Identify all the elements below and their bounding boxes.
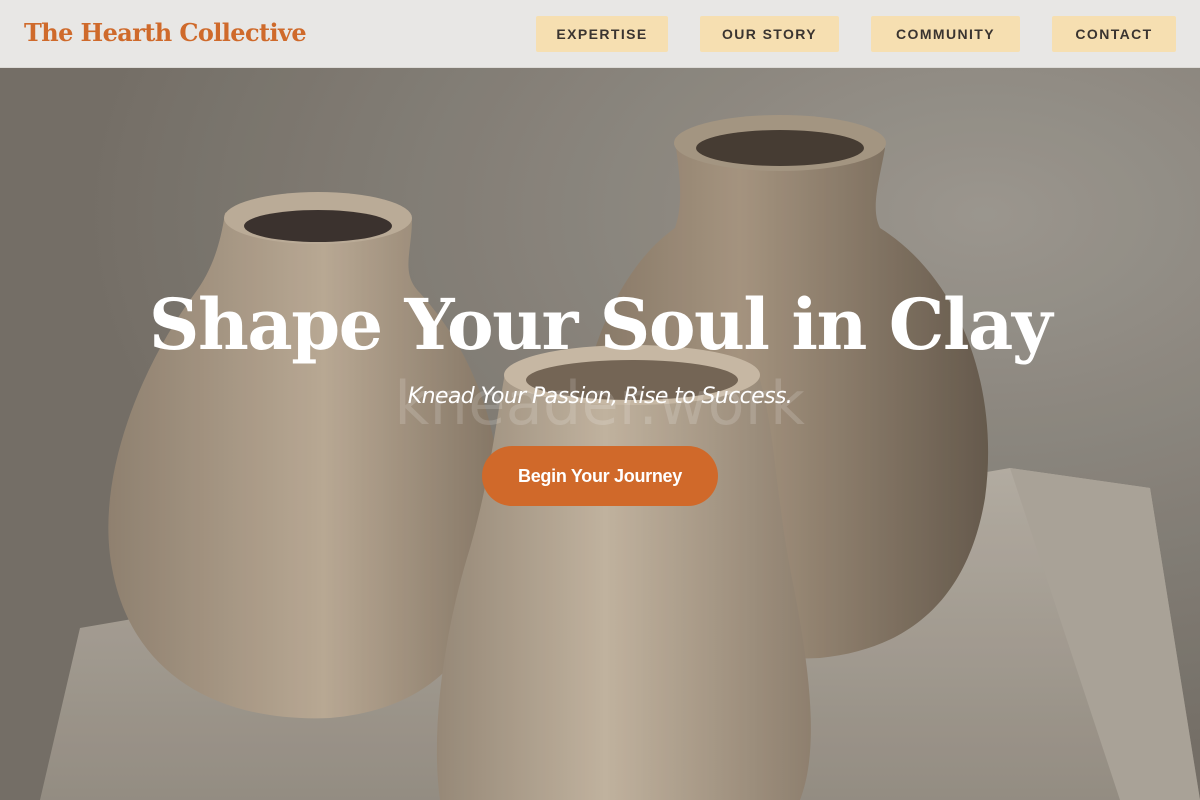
nav-our-story-button[interactable]: OUR STORY <box>700 16 839 52</box>
hero-title: Shape Your Soul in Clay <box>148 283 1053 366</box>
nav-community-button[interactable]: COMMUNITY <box>871 16 1020 52</box>
site-header: The Hearth Collective EXPERTISE OUR STOR… <box>0 0 1200 68</box>
nav-expertise-button[interactable]: EXPERTISE <box>536 16 668 52</box>
hero-section: kneader.work Shape Your Soul in Clay Kne… <box>0 68 1200 800</box>
hero-subtitle: Knead Your Passion, Rise to Success. <box>407 384 793 409</box>
nav-contact-button[interactable]: CONTACT <box>1052 16 1176 52</box>
brand-logo[interactable]: The Hearth Collective <box>24 18 307 47</box>
begin-journey-button[interactable]: Begin Your Journey <box>482 446 718 506</box>
